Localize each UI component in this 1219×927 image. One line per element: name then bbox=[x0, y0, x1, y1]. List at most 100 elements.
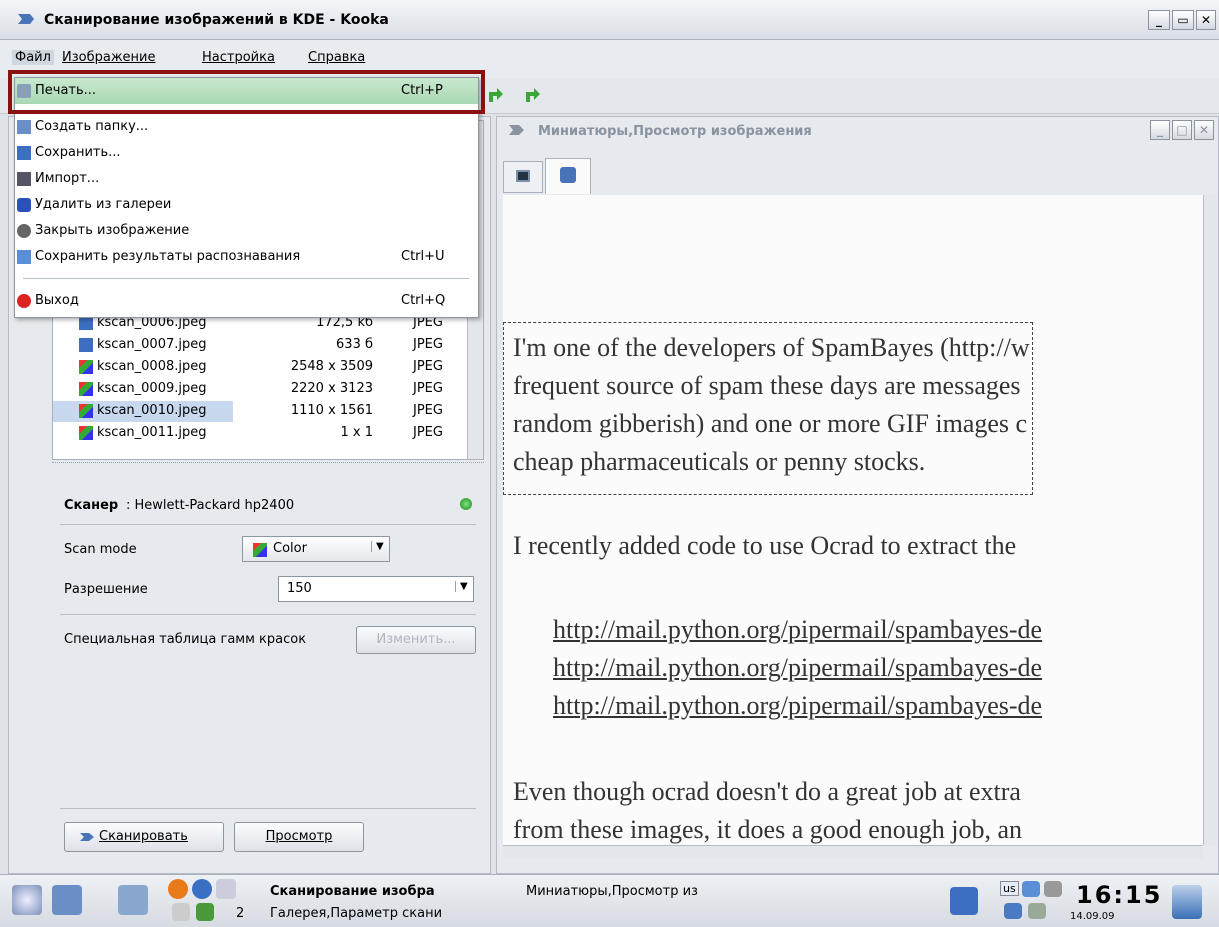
tab-preview[interactable] bbox=[545, 158, 591, 194]
menu-item-close-image[interactable]: Закрыть изображение bbox=[15, 218, 478, 244]
file-type: JPEG bbox=[413, 337, 443, 352]
calendar-icon[interactable] bbox=[196, 903, 214, 921]
connection-icon[interactable] bbox=[1004, 903, 1022, 919]
viewer-horizontal-scrollbar[interactable] bbox=[503, 845, 1203, 859]
image-file-icon bbox=[79, 426, 93, 440]
clock-date: 14.09.09 bbox=[1070, 911, 1115, 922]
file-type: JPEG bbox=[413, 381, 443, 396]
table-row[interactable]: kscan_0007.jpeg 633 б JPEG bbox=[53, 335, 453, 356]
menu-help[interactable]: Справка bbox=[308, 50, 365, 65]
menu-item-save-ocr[interactable]: Сохранить результаты распознавания Ctrl+… bbox=[15, 244, 478, 270]
file-size: 1110 x 1561 bbox=[290, 403, 373, 418]
tab-thumbnails[interactable] bbox=[503, 161, 543, 193]
clock-time[interactable]: 16:15 bbox=[1076, 881, 1162, 909]
task-button-kooka[interactable]: Сканирование изобра bbox=[270, 884, 435, 899]
network-icon[interactable] bbox=[1022, 881, 1040, 897]
file-type: JPEG bbox=[413, 359, 443, 374]
scan-mode-label: Scan mode bbox=[64, 542, 137, 557]
desktop-number[interactable]: 2 bbox=[236, 906, 244, 921]
viewer-vertical-scrollbar[interactable] bbox=[1203, 195, 1217, 845]
notepad-icon[interactable] bbox=[172, 903, 190, 921]
save-icon[interactable] bbox=[950, 887, 978, 915]
menu-image[interactable]: Изображение bbox=[62, 50, 155, 65]
menu-item-import[interactable]: Импорт... bbox=[15, 166, 478, 192]
menu-file[interactable]: Файл bbox=[12, 50, 54, 65]
menu-item-label: Сохранить результаты распознавания bbox=[35, 249, 301, 264]
file-type: JPEG bbox=[413, 403, 443, 418]
volume-icon[interactable] bbox=[1044, 881, 1062, 897]
table-row[interactable]: kscan_0011.jpeg 1 x 1 JPEG bbox=[53, 423, 453, 444]
document-text-line: frequent source of spam these days are m… bbox=[513, 371, 1021, 400]
scan-button-label: Сканировать bbox=[99, 829, 188, 844]
desktop-icon[interactable] bbox=[52, 885, 82, 915]
document-text-line: cheap pharmaceuticals or penny stocks. bbox=[513, 447, 926, 476]
menu-item-label: Выход bbox=[35, 293, 79, 308]
launcher-icon[interactable] bbox=[216, 879, 236, 899]
table-row-selected[interactable]: kscan_0010.jpeg 1110 x 1561 JPEG bbox=[53, 401, 453, 422]
table-row[interactable]: kscan_0009.jpeg 2220 x 3123 JPEG bbox=[53, 379, 453, 400]
document-link-line: http://mail.python.org/pipermail/spambay… bbox=[553, 691, 1043, 720]
resolution-select[interactable]: 150 ▼ bbox=[278, 576, 474, 602]
highlight-annotation bbox=[8, 70, 485, 114]
color-mode-icon bbox=[253, 543, 267, 557]
menu-item-quit[interactable]: Выход Ctrl+Q bbox=[15, 288, 478, 314]
import-icon bbox=[17, 172, 31, 186]
document-text-line: I recently added code to use Ocrad to ex… bbox=[513, 531, 1017, 560]
task-button-gallery[interactable]: Галерея,Параметр скани bbox=[270, 906, 442, 921]
menu-separator bbox=[23, 278, 469, 279]
menu-item-label: Удалить из галереи bbox=[35, 197, 172, 212]
viewer-app-icon bbox=[508, 122, 526, 138]
scan-button[interactable]: Сканировать bbox=[64, 822, 224, 852]
menu-item-label: Сохранить... bbox=[35, 145, 121, 160]
firefox-icon[interactable] bbox=[168, 879, 188, 899]
clipboard-icon[interactable] bbox=[1028, 903, 1046, 919]
scanner-settings-panel: Сканер : Hewlett-Packard hp2400 Scan mod… bbox=[52, 478, 484, 868]
kooka-app-icon bbox=[16, 10, 36, 28]
window-title: Сканирование изображений в KDE - Kooka bbox=[44, 12, 389, 28]
chevron-down-icon: ▼ bbox=[455, 581, 468, 592]
menu-item-save[interactable]: Сохранить... bbox=[15, 140, 478, 166]
image-file-icon bbox=[79, 316, 93, 330]
rotate-right-icon[interactable] bbox=[522, 84, 544, 106]
divider bbox=[60, 614, 476, 615]
file-size: 1 x 1 bbox=[340, 425, 374, 440]
image-preview[interactable]: I'm one of the developers of SpamBayes (… bbox=[503, 195, 1203, 845]
menu-settings[interactable]: Настройка bbox=[202, 50, 275, 65]
menu-item-delete-from-gallery[interactable]: Удалить из галереи bbox=[15, 192, 478, 218]
thunderbird-icon[interactable] bbox=[192, 879, 212, 899]
close-button[interactable]: ✕ bbox=[1196, 10, 1216, 30]
title-bar: Сканирование изображений в KDE - Kooka _… bbox=[0, 0, 1219, 40]
viewer-float-button[interactable]: □ bbox=[1172, 120, 1192, 140]
table-row[interactable]: kscan_0008.jpeg 2548 x 3509 JPEG bbox=[53, 357, 453, 378]
document-link-line: http://mail.python.org/pipermail/spambay… bbox=[553, 615, 1043, 644]
maximize-button[interactable]: ▭ bbox=[1172, 10, 1194, 30]
menu-item-create-folder[interactable]: Создать папку... bbox=[15, 114, 478, 140]
minimize-button[interactable]: _ bbox=[1148, 10, 1170, 30]
preview-button[interactable]: Просмотр bbox=[234, 822, 364, 852]
resolution-value: 150 bbox=[287, 581, 312, 596]
kde-menu-icon[interactable] bbox=[12, 885, 42, 915]
edit-gamma-button[interactable]: Изменить... bbox=[356, 626, 476, 654]
edit-document-icon bbox=[17, 250, 31, 264]
viewer-minimize-button[interactable]: _ bbox=[1150, 120, 1170, 140]
taskbar: 2 Сканирование изобра Миниатюры,Просмотр… bbox=[0, 874, 1219, 927]
menu-item-label: Закрыть изображение bbox=[35, 223, 190, 238]
menu-item-shortcut: Ctrl+U bbox=[401, 249, 445, 264]
dock-separator bbox=[52, 462, 484, 474]
task-button-viewer[interactable]: Миниатюры,Просмотр из bbox=[526, 884, 698, 899]
save-icon bbox=[17, 146, 31, 160]
editor-icon[interactable] bbox=[118, 885, 148, 915]
trash-icon bbox=[17, 198, 31, 212]
scan-arrow-icon bbox=[79, 830, 95, 844]
file-size: 633 б bbox=[336, 337, 373, 352]
divider bbox=[60, 524, 476, 525]
scan-mode-select[interactable]: Color ▼ bbox=[242, 536, 390, 562]
keyboard-layout[interactable]: us bbox=[1000, 881, 1019, 896]
resolution-label: Разрешение bbox=[64, 582, 148, 597]
document-text-line: I'm one of the developers of SpamBayes (… bbox=[513, 333, 1030, 362]
viewer-close-button[interactable]: ✕ bbox=[1194, 120, 1214, 140]
power-icon bbox=[17, 294, 31, 308]
image-file-icon bbox=[79, 404, 93, 418]
trash-icon[interactable] bbox=[1172, 885, 1202, 919]
rotate-left-icon[interactable] bbox=[485, 84, 507, 106]
